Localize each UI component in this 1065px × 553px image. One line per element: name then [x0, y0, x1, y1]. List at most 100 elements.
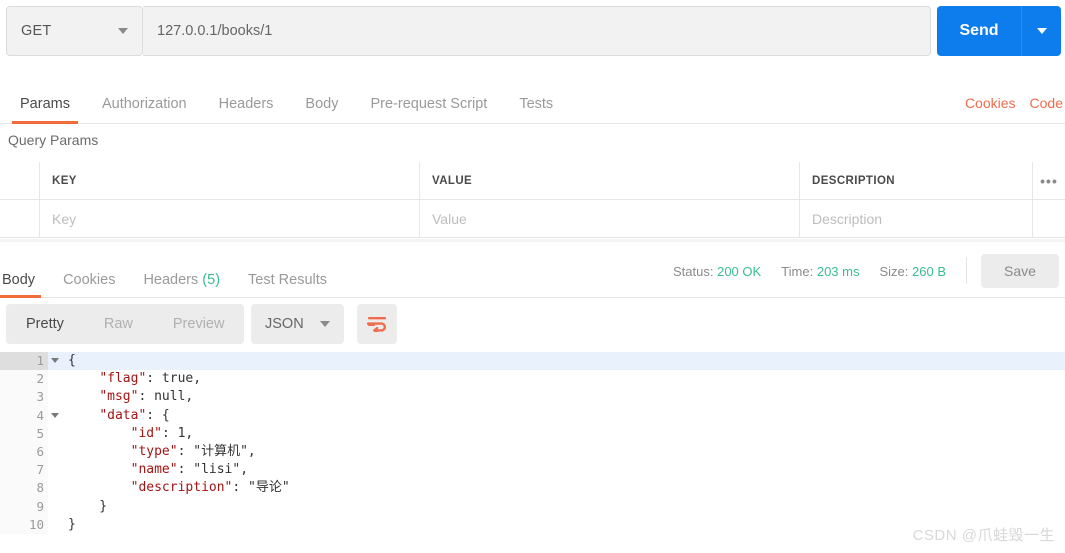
fold-triangle-icon[interactable] — [51, 412, 59, 418]
code-text: "msg": null, — [99, 389, 194, 405]
line-number: 5 — [0, 424, 48, 443]
response-tab-cookies[interactable]: Cookies — [49, 272, 129, 298]
code-text: "flag": true, — [99, 371, 202, 387]
query-params-table: KEY VALUE DESCRIPTION ••• Key Value Desc… — [0, 162, 1065, 238]
cookies-link[interactable]: Cookies — [965, 95, 1016, 111]
request-tab-links: Cookies Code — [965, 95, 1065, 111]
time-label: Time: — [781, 263, 814, 279]
code-text: "name": "lisi", — [130, 462, 249, 478]
code-line: 4 "data": { — [0, 406, 1065, 425]
code-line: 6 "type": "计算机", — [0, 442, 1065, 462]
header-key: KEY — [40, 162, 420, 199]
size-label: Size: — [879, 263, 909, 279]
chevron-down-icon — [118, 28, 128, 34]
tab-pre-request-script[interactable]: Pre-request Script — [354, 96, 503, 124]
line-number: 3 — [0, 388, 48, 407]
chevron-down-icon — [1036, 28, 1047, 34]
save-response-button[interactable]: Save — [981, 254, 1059, 288]
response-status-area: Status: 200 OK Time: 203 ms Size: 260 B … — [673, 254, 1065, 288]
fold-triangle-icon[interactable] — [51, 358, 59, 363]
line-number: 9 — [0, 497, 48, 516]
line-number: 6 — [0, 442, 48, 462]
response-tab-headers[interactable]: Headers (5) — [129, 271, 234, 298]
code-text: "type": "计算机", — [130, 443, 256, 459]
row-checkbox[interactable] — [0, 200, 40, 237]
code-line: 10} — [0, 515, 1065, 534]
table-row: Key Value Description — [0, 200, 1065, 238]
query-params-title: Query Params — [8, 132, 99, 148]
gutter-pad — [48, 479, 64, 498]
status-divider — [966, 258, 967, 284]
param-value-input[interactable]: Value — [420, 200, 800, 237]
request-url-value: 127.0.0.1/books/1 — [157, 23, 273, 39]
line-number: 7 — [0, 461, 48, 480]
code-line: 8 "description": "导论" — [0, 479, 1065, 498]
line-number: 8 — [0, 479, 48, 498]
http-method-select[interactable]: GET — [6, 6, 143, 56]
gutter-pad — [48, 388, 64, 407]
time-value: 203 ms — [816, 263, 860, 279]
size-badge: Size: 260 B — [879, 264, 946, 279]
status-value: 200 OK — [717, 263, 762, 279]
code-lines: 1{2 "flag": true, 3 "msg": null, 4 "data":… — [0, 352, 1065, 534]
line-number: 1 — [0, 352, 59, 371]
header-description: DESCRIPTION — [800, 162, 1033, 199]
code-link[interactable]: Code — [1030, 95, 1063, 111]
send-button[interactable]: Send — [937, 6, 1021, 56]
code-line: 5 "id": 1, — [0, 424, 1065, 443]
header-value: VALUE — [420, 162, 800, 199]
code-line: 7 "name": "lisi", — [0, 461, 1065, 480]
view-mode-group: Pretty Raw Preview — [6, 304, 245, 344]
headers-count-badge: (5) — [202, 271, 221, 288]
response-format-select[interactable]: JSON — [251, 304, 344, 344]
response-body-editor[interactable]: 1{2 "flag": true, 3 "msg": null, 4 "data":… — [0, 352, 1065, 553]
response-tabs: Body Cookies Headers (5) Test Results St… — [0, 242, 1065, 298]
http-method-label: GET — [21, 23, 52, 39]
tab-headers[interactable]: Headers — [203, 96, 290, 124]
gutter-pad — [48, 370, 64, 389]
size-value: 260 B — [912, 263, 946, 279]
response-tab-test-results[interactable]: Test Results — [234, 272, 341, 298]
gutter-pad — [48, 461, 64, 480]
word-wrap-button[interactable] — [357, 304, 397, 344]
tab-params[interactable]: Params — [4, 96, 86, 124]
response-body-toolbar: Pretty Raw Preview JSON — [0, 298, 1065, 352]
header-checkbox-cell — [0, 162, 40, 199]
row-menu[interactable] — [1033, 200, 1065, 237]
send-options-button[interactable] — [1021, 6, 1061, 56]
code-text: "id": 1, — [130, 425, 194, 441]
code-text: } — [68, 498, 108, 514]
send-button-group: Send — [937, 6, 1061, 56]
view-preview[interactable]: Preview — [153, 304, 245, 344]
postman-window: GET 127.0.0.1/books/1 Send Params Author… — [0, 0, 1065, 553]
request-tabs: Params Authorization Headers Body Pre-re… — [0, 62, 1065, 124]
tab-authorization[interactable]: Authorization — [86, 96, 203, 124]
param-description-input[interactable]: Description — [800, 200, 1033, 237]
request-url-bar: GET 127.0.0.1/books/1 Send — [0, 0, 1065, 62]
param-key-input[interactable]: Key — [40, 200, 420, 237]
bulk-edit-menu-icon[interactable]: ••• — [1033, 162, 1065, 199]
tab-tests[interactable]: Tests — [503, 96, 569, 124]
line-number: 2 — [0, 370, 48, 389]
code-line: 1{ — [0, 352, 1065, 371]
request-url-input[interactable]: 127.0.0.1/books/1 — [143, 6, 931, 56]
response-tab-body[interactable]: Body — [0, 272, 49, 298]
response-tab-headers-label: Headers — [143, 271, 199, 288]
more-dots: ••• — [1040, 172, 1058, 189]
gutter-pad — [48, 497, 64, 516]
table-header-row: KEY VALUE DESCRIPTION ••• — [0, 162, 1065, 200]
gutter-pad — [48, 424, 64, 443]
code-line: 3 "msg": null, — [0, 388, 1065, 407]
chevron-down-icon — [320, 321, 330, 327]
time-badge: Time: 203 ms — [781, 264, 859, 279]
line-number: 10 — [0, 515, 48, 534]
status-badge: Status: 200 OK — [673, 264, 761, 279]
tab-body[interactable]: Body — [289, 96, 354, 124]
view-raw[interactable]: Raw — [84, 304, 153, 344]
line-number: 4 — [0, 406, 59, 425]
code-text: "description": "导论" — [130, 480, 290, 496]
code-text: "data": { — [99, 407, 170, 423]
code-text: } — [68, 516, 76, 532]
view-pretty[interactable]: Pretty — [6, 304, 84, 344]
code-line: 2 "flag": true, — [0, 370, 1065, 389]
